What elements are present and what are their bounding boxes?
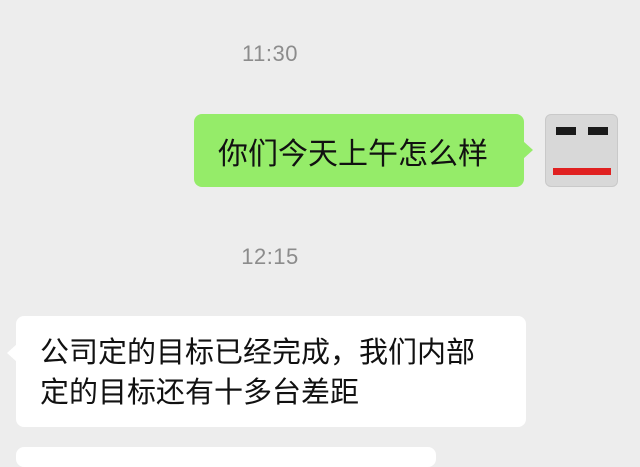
outgoing-message-bubble[interactable]: 你们今天上午怎么样 [194,114,533,187]
incoming-message-line: 定的目标还有十多台差距 [40,375,360,409]
user-avatar[interactable] [545,114,618,187]
message-timestamp: 12:15 [241,244,299,269]
avatar-left-eye [556,127,576,135]
avatar-mouth [553,168,611,175]
message-timestamp: 11:30 [242,41,298,66]
avatar-right-eye [588,127,608,135]
incoming-message-line: 公司定的目标已经完成，我们内部 [40,335,476,369]
outgoing-message-text: 你们今天上午怎么样 [218,136,488,172]
chat-view: 11:30 你们今天上午怎么样 12:15 公司定的目标已经完成，我们内部 定的… [0,0,640,467]
next-incoming-message-bubble[interactable] [16,447,436,467]
incoming-message-bubble[interactable]: 公司定的目标已经完成，我们内部 定的目标还有十多台差距 [7,316,526,427]
